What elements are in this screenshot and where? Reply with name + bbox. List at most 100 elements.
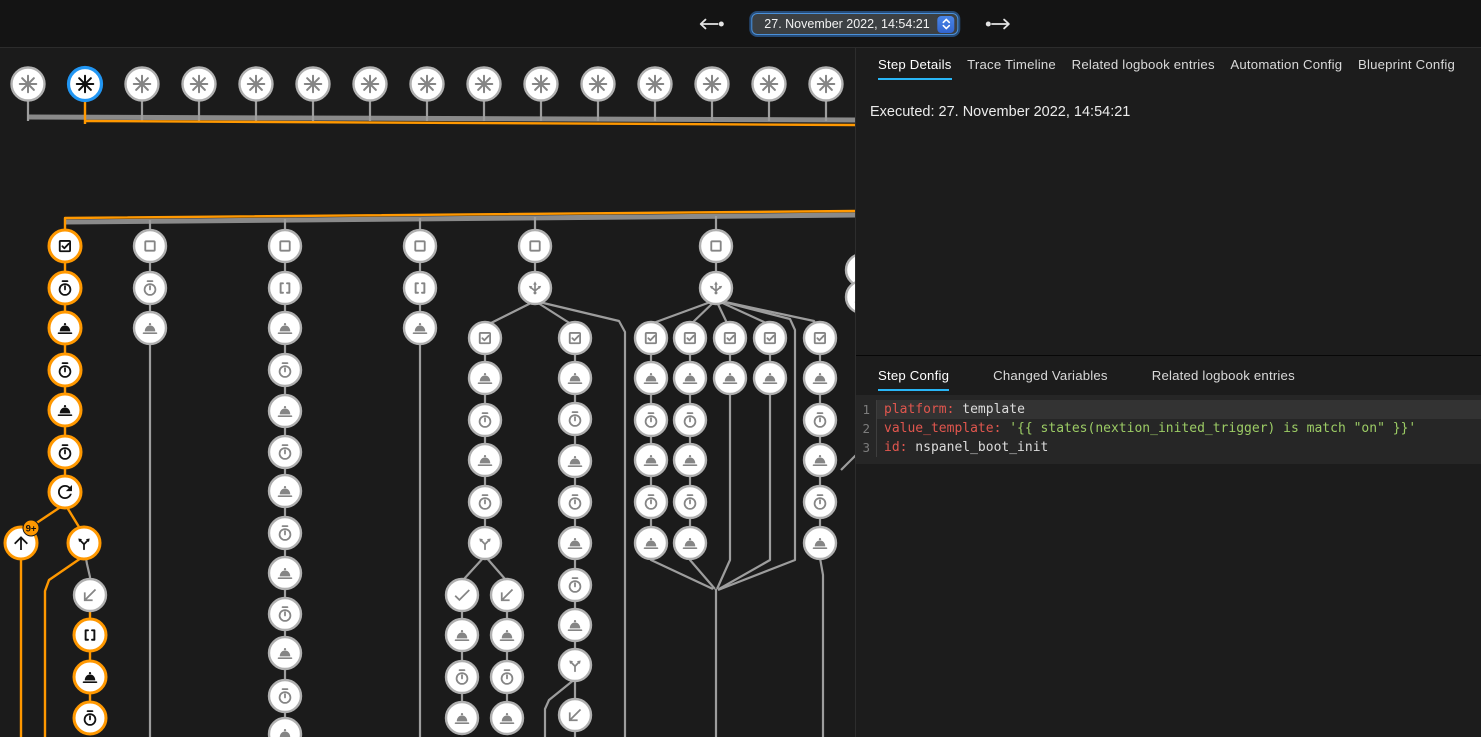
tab-related-logbook-entries[interactable]: Related logbook entries: [1152, 359, 1295, 391]
checkbox-node[interactable]: [635, 322, 667, 354]
asterisk-node[interactable]: [183, 68, 216, 101]
asterisk-node[interactable]: [753, 68, 786, 101]
timer-node[interactable]: [674, 486, 706, 518]
checkbox-node[interactable]: [754, 322, 786, 354]
shuffle-node[interactable]: [519, 272, 551, 304]
timer-node[interactable]: [49, 272, 81, 304]
cloche-node[interactable]: [49, 394, 81, 426]
brackets-node[interactable]: [74, 619, 106, 651]
timer-node[interactable]: [269, 354, 301, 386]
timer-node[interactable]: [491, 661, 523, 693]
cloche-node[interactable]: [491, 619, 523, 651]
timer-node[interactable]: [134, 272, 166, 304]
checkbox-node[interactable]: [674, 322, 706, 354]
square-node[interactable]: [700, 230, 732, 262]
timer-node[interactable]: [635, 404, 667, 436]
cloche-node[interactable]: [269, 557, 301, 589]
cloche-node[interactable]: [714, 362, 746, 394]
timer-node[interactable]: [469, 486, 501, 518]
timer-node[interactable]: [559, 403, 591, 435]
yaml-code-editor[interactable]: 1platform: template2value_template: '{{ …: [856, 395, 1481, 464]
cloche-node[interactable]: [674, 444, 706, 476]
asterisk-node[interactable]: [69, 68, 102, 101]
cloche-node[interactable]: [804, 362, 836, 394]
square-node[interactable]: [134, 230, 166, 262]
cloche-node[interactable]: [469, 362, 501, 394]
previous-run-button[interactable]: [693, 14, 729, 34]
cloche-node[interactable]: [269, 395, 301, 427]
asterisk-node[interactable]: [810, 68, 843, 101]
split-node[interactable]: [559, 649, 591, 681]
asterisk-node[interactable]: [126, 68, 159, 101]
timer-node[interactable]: [49, 436, 81, 468]
trace-graph[interactable]: 9+: [0, 0, 855, 737]
checkbox-node[interactable]: [559, 322, 591, 354]
arrow-bottom-left-node[interactable]: [559, 699, 591, 731]
checkbox-node[interactable]: [804, 322, 836, 354]
timer-node[interactable]: [559, 486, 591, 518]
tab-changed-variables[interactable]: Changed Variables: [993, 359, 1108, 391]
cloche-node[interactable]: [134, 312, 166, 344]
cloche-node[interactable]: [559, 609, 591, 641]
cloche-node[interactable]: [269, 475, 301, 507]
checkbox-node[interactable]: [49, 230, 81, 262]
cloche-node[interactable]: [446, 702, 478, 734]
check-node[interactable]: [446, 579, 478, 611]
cloche-node[interactable]: [846, 281, 855, 313]
cloche-node[interactable]: [74, 661, 106, 693]
cloche-node[interactable]: [804, 444, 836, 476]
cloche-node[interactable]: [269, 718, 301, 737]
brackets-node[interactable]: [269, 272, 301, 304]
cloche-node[interactable]: [404, 312, 436, 344]
cloche-node[interactable]: [754, 362, 786, 394]
square-node[interactable]: [519, 230, 551, 262]
cloche-node[interactable]: [49, 312, 81, 344]
asterisk-node[interactable]: [696, 68, 729, 101]
cloche-node[interactable]: [559, 445, 591, 477]
cloche-node[interactable]: [804, 527, 836, 559]
cloche-node[interactable]: [269, 637, 301, 669]
tab-automation-config[interactable]: Automation Config: [1230, 48, 1342, 80]
cloche-node[interactable]: [635, 444, 667, 476]
timer-node[interactable]: [559, 569, 591, 601]
asterisk-node[interactable]: [354, 68, 387, 101]
run-date-select[interactable]: 27. November 2022, 14:54:21: [751, 13, 958, 35]
square-node[interactable]: [404, 230, 436, 262]
checkbox-node[interactable]: [714, 322, 746, 354]
cloche-node[interactable]: [446, 619, 478, 651]
cloche-node[interactable]: [674, 362, 706, 394]
tab-step-config[interactable]: Step Config: [878, 359, 949, 391]
asterisk-node[interactable]: [639, 68, 672, 101]
split-node[interactable]: [68, 527, 100, 559]
cloche-node[interactable]: [269, 312, 301, 344]
timer-node[interactable]: [804, 486, 836, 518]
checkbox-node[interactable]: [469, 322, 501, 354]
tab-trace-timeline[interactable]: Trace Timeline: [967, 48, 1056, 80]
asterisk-node[interactable]: [297, 68, 330, 101]
tab-blueprint-config[interactable]: Blueprint Config: [1358, 48, 1455, 80]
timer-node[interactable]: [635, 486, 667, 518]
cloche-node[interactable]: [635, 362, 667, 394]
timer-node[interactable]: [269, 680, 301, 712]
asterisk-node[interactable]: [240, 68, 273, 101]
timer-node[interactable]: [49, 354, 81, 386]
timer-node[interactable]: [269, 436, 301, 468]
square-node[interactable]: [846, 254, 855, 286]
asterisk-node[interactable]: [468, 68, 501, 101]
arrow-bottom-left-node[interactable]: [74, 579, 106, 611]
timer-node[interactable]: [804, 404, 836, 436]
asterisk-node[interactable]: [525, 68, 558, 101]
cloche-node[interactable]: [491, 702, 523, 734]
split-node[interactable]: [469, 527, 501, 559]
asterisk-node[interactable]: [582, 68, 615, 101]
asterisk-node[interactable]: [411, 68, 444, 101]
timer-node[interactable]: [269, 517, 301, 549]
next-run-button[interactable]: [981, 14, 1017, 34]
asterisk-node[interactable]: [12, 68, 45, 101]
timer-node[interactable]: [469, 404, 501, 436]
cloche-node[interactable]: [559, 362, 591, 394]
cloche-node[interactable]: [559, 527, 591, 559]
timer-node[interactable]: [74, 702, 106, 734]
square-node[interactable]: [269, 230, 301, 262]
timer-node[interactable]: [446, 661, 478, 693]
